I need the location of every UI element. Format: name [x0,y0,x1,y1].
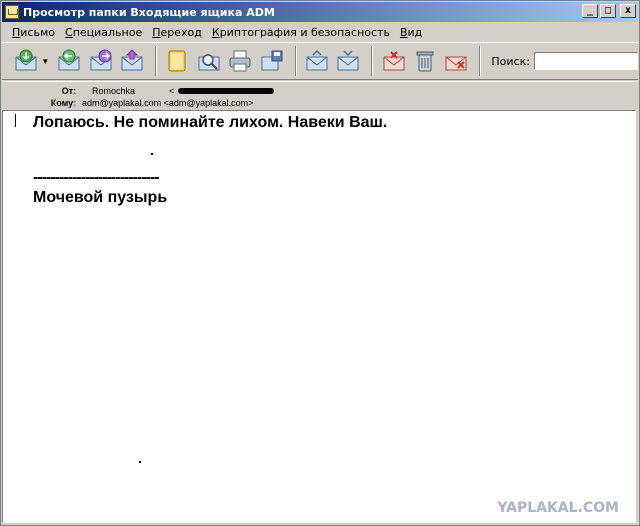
search-input[interactable] [533,52,638,70]
to-value[interactable]: adm@yaplakal.com <adm@yaplakal.com> [82,98,253,108]
prev-icon [306,49,328,71]
message-line-1: Лопаюсь. Не поминайте лихом. Навеки Ваш. [33,114,388,131]
menu-item-view[interactable]: Вид [400,26,422,39]
next-button[interactable] [334,46,362,76]
search-label: Поиск: [491,54,530,68]
search-mail-icon [198,54,220,71]
next-icon [337,50,359,71]
address-book-icon [168,50,186,72]
mark-button[interactable] [379,46,407,76]
reply-icon [58,49,80,71]
mail-window: Просмотр папки Входящие ящика ADM _ □ x … [0,0,640,526]
menu-item-letter[interactable]: Письмо [12,26,55,39]
window-title: Просмотр папки Входящие ящика ADM [23,5,275,19]
forward-button[interactable] [87,46,115,76]
chevron-down-icon[interactable]: ▼ [41,57,49,66]
mark-icon [383,51,405,71]
menu-item-crypto[interactable]: Криптография и безопасность [212,26,390,39]
toolbar: ▼ Поиск: [2,42,638,80]
from-address-open: < [169,85,175,96]
text-cursor [15,114,16,127]
folder-icon [5,5,19,19]
reply-button[interactable] [55,46,83,76]
toolbar-divider [294,46,297,76]
junk-icon [445,56,467,71]
to-row: Кому: adm@yaplakal.com <adm@yaplakal.com… [2,96,254,109]
junk-button[interactable] [442,46,470,76]
message-header: От: Romochka < Кому: adm@yaplakal.com <a… [2,81,638,109]
forward-icon [90,49,112,71]
message-body[interactable]: Лопаюсь. Не поминайте лихом. Навеки Ваш.… [2,110,636,523]
to-label: Кому: [50,97,76,108]
toolbar-divider [155,46,158,76]
stray-dot [151,153,153,155]
from-label: От: [61,85,76,96]
address-book-button[interactable] [163,46,191,76]
get-mail-button[interactable] [12,46,40,76]
toolbar-divider [371,46,374,76]
message-signature: Мочевой пузырь [33,189,168,206]
get-mail-icon [15,49,37,71]
menu-item-go[interactable]: Переход [152,26,202,39]
maximize-button[interactable]: □ [600,4,616,18]
menu-item-special[interactable]: Специальное [65,26,142,39]
menu-bar: Письмо Специальное Переход Криптография … [2,22,638,42]
send-button[interactable] [118,46,146,76]
window-controls: _ □ x [582,4,636,18]
title-bar[interactable]: Просмотр папки Входящие ящика ADM _ □ x [2,2,638,22]
save-icon [261,50,282,71]
search-mail-button[interactable] [195,46,223,76]
watermark: YAPLAKAL.COM [497,500,619,516]
delete-icon [416,51,434,72]
stray-dot [139,461,141,463]
send-icon [121,49,143,71]
print-icon [229,50,251,72]
toolbar-divider [479,46,482,76]
minimize-button[interactable]: _ [582,4,598,18]
print-button[interactable] [226,46,254,76]
close-button[interactable]: x [620,4,636,18]
from-name[interactable]: Romochka [92,86,135,96]
delete-button[interactable] [411,46,439,76]
message-dashes: ----------------------------- [33,169,160,186]
prev-button[interactable] [303,46,331,76]
save-button[interactable] [257,46,285,76]
redaction-bar [178,87,275,94]
